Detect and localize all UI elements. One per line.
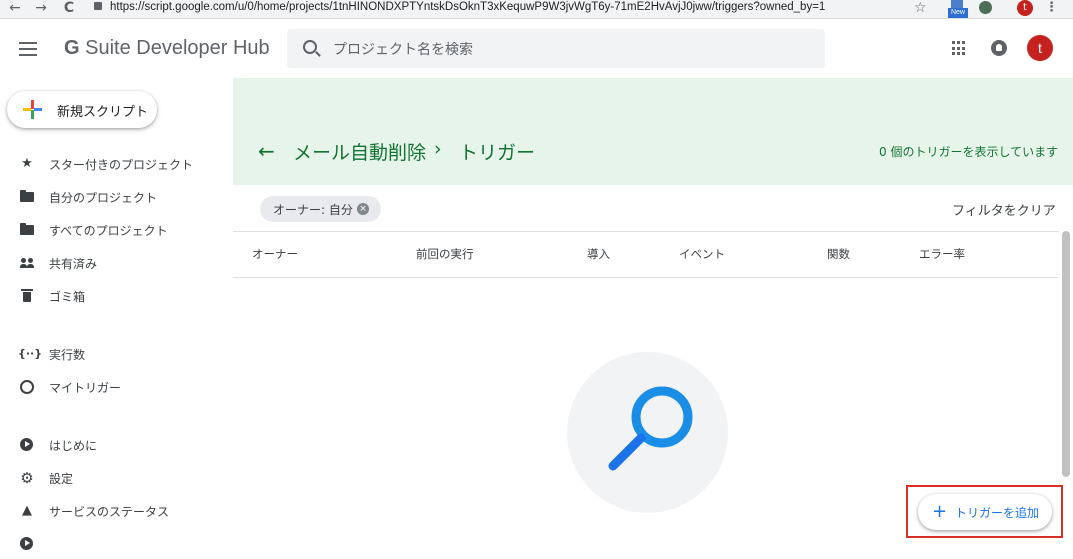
notifications-icon[interactable] bbox=[991, 40, 1007, 56]
executions-icon: {··} bbox=[18, 347, 43, 360]
hamburger-menu-icon[interactable] bbox=[19, 42, 37, 56]
warning-icon: ▲ bbox=[22, 503, 32, 518]
column-deployment[interactable]: 導入 bbox=[587, 246, 610, 262]
sidebar-item-service-status[interactable]: ▲ サービスのステータス bbox=[0, 496, 232, 526]
reload-icon[interactable]: C bbox=[60, 0, 78, 18]
sidebar-item-trash[interactable]: ゴミ箱 bbox=[0, 281, 232, 311]
add-trigger-label: トリガーを追加 bbox=[955, 506, 1040, 520]
column-event[interactable]: イベント bbox=[679, 246, 725, 262]
back-arrow-icon[interactable]: ← bbox=[258, 141, 275, 161]
sidebar-item-settings[interactable]: ⚙ 設定 bbox=[0, 463, 232, 493]
column-error-rate[interactable]: エラー率 bbox=[919, 246, 965, 262]
app-title[interactable]: G Suite Developer Hub bbox=[64, 37, 270, 60]
help-icon bbox=[20, 537, 33, 550]
add-icon: + bbox=[932, 501, 948, 522]
sidebar-item-label: はじめに bbox=[49, 439, 98, 453]
browser-menu-icon[interactable]: ⋮ bbox=[1045, 0, 1058, 16]
search-input[interactable]: プロジェクト名を検索 bbox=[287, 29, 825, 68]
scrollbar[interactable] bbox=[1062, 231, 1070, 477]
avatar[interactable]: t bbox=[1027, 35, 1053, 61]
add-trigger-highlight: + トリガーを追加 bbox=[906, 485, 1063, 538]
sidebar-item-label: すべてのプロジェクト bbox=[49, 224, 168, 238]
sidebar-item-starred[interactable]: ★ スター付きのプロジェクト bbox=[0, 149, 232, 179]
app-title-text: Suite Developer Hub bbox=[79, 37, 270, 59]
column-function[interactable]: 関数 bbox=[827, 246, 850, 262]
sidebar-item-label: サービスのステータス bbox=[49, 505, 170, 519]
sidebar-item-my-projects[interactable]: 自分のプロジェクト bbox=[0, 182, 232, 212]
browser-toolbar: ← → C https://script.google.com/u/0/home… bbox=[0, 0, 1073, 19]
extension-new-icon[interactable]: New bbox=[948, 0, 968, 18]
folder-icon bbox=[20, 223, 34, 235]
breadcrumb-project[interactable]: メール自動削除 bbox=[293, 138, 426, 165]
sidebar-item-label: 共有済み bbox=[49, 257, 98, 271]
column-last-run[interactable]: 前回の実行 bbox=[416, 246, 474, 262]
sidebar-item-label: ゴミ箱 bbox=[49, 290, 86, 304]
new-script-button[interactable]: 新規スクリプト bbox=[7, 91, 157, 128]
star-icon: ★ bbox=[21, 156, 33, 171]
people-icon bbox=[20, 256, 34, 270]
trigger-count: 0 個のトリガーを表示しています bbox=[879, 145, 1059, 159]
sidebar-item-label: 設定 bbox=[49, 472, 74, 486]
remove-filter-icon[interactable]: × bbox=[357, 203, 369, 215]
forward-icon[interactable]: → bbox=[32, 0, 50, 18]
extension-globe-icon[interactable] bbox=[979, 1, 992, 14]
owner-filter-label: オーナー: 自分 bbox=[273, 203, 353, 217]
column-owner[interactable]: オーナー bbox=[252, 246, 298, 262]
lock-icon bbox=[94, 1, 102, 10]
url-text: https://script.google.com/u/0/home/proje… bbox=[110, 1, 826, 13]
new-badge: New bbox=[948, 8, 968, 18]
trash-icon bbox=[21, 289, 33, 302]
browser-profile-avatar[interactable]: t bbox=[1017, 0, 1033, 16]
folder-icon bbox=[20, 190, 34, 202]
search-icon bbox=[303, 40, 317, 54]
project-header bbox=[233, 78, 1073, 185]
sidebar-item-executions[interactable]: {··} 実行数 bbox=[0, 339, 232, 369]
breadcrumb-separator-icon: › bbox=[434, 138, 442, 160]
sidebar-item-getting-started[interactable]: はじめに bbox=[0, 430, 232, 460]
sidebar-item-label: 実行数 bbox=[49, 348, 86, 362]
bookmark-star-icon[interactable]: ☆ bbox=[914, 0, 927, 16]
alarm-icon bbox=[20, 380, 34, 394]
sidebar-item-label: スター付きのプロジェクト bbox=[49, 158, 194, 172]
gear-icon: ⚙ bbox=[20, 469, 34, 487]
sidebar-item-shared[interactable]: 共有済み bbox=[0, 248, 232, 278]
sidebar-item-all-projects[interactable]: すべてのプロジェクト bbox=[0, 215, 232, 245]
search-placeholder: プロジェクト名を検索 bbox=[333, 42, 473, 58]
clear-filter-button[interactable]: フィルタをクリア bbox=[952, 200, 1056, 219]
empty-state-illustration bbox=[567, 352, 728, 513]
magnifier-icon bbox=[608, 386, 693, 471]
back-icon[interactable]: ← bbox=[6, 0, 24, 18]
triggers-table-header: オーナー 前回の実行 導入 イベント 関数 エラー率 bbox=[233, 231, 1059, 278]
sidebar-item-my-triggers[interactable]: マイトリガー bbox=[0, 372, 232, 402]
plus-icon bbox=[23, 100, 42, 119]
app-title-g: G bbox=[64, 37, 80, 59]
sidebar-item-label: マイトリガー bbox=[49, 381, 122, 395]
play-circle-icon bbox=[20, 438, 33, 451]
sidebar-item-partial[interactable] bbox=[0, 529, 232, 559]
apps-grid-icon[interactable] bbox=[952, 41, 967, 56]
page-title: トリガー bbox=[459, 142, 536, 164]
owner-filter-chip[interactable]: オーナー: 自分 × bbox=[260, 196, 381, 222]
add-trigger-button[interactable]: + トリガーを追加 bbox=[918, 494, 1052, 530]
sidebar-item-label: 自分のプロジェクト bbox=[49, 191, 158, 205]
address-bar[interactable]: https://script.google.com/u/0/home/proje… bbox=[88, 0, 928, 16]
new-script-label: 新規スクリプト bbox=[57, 105, 149, 120]
